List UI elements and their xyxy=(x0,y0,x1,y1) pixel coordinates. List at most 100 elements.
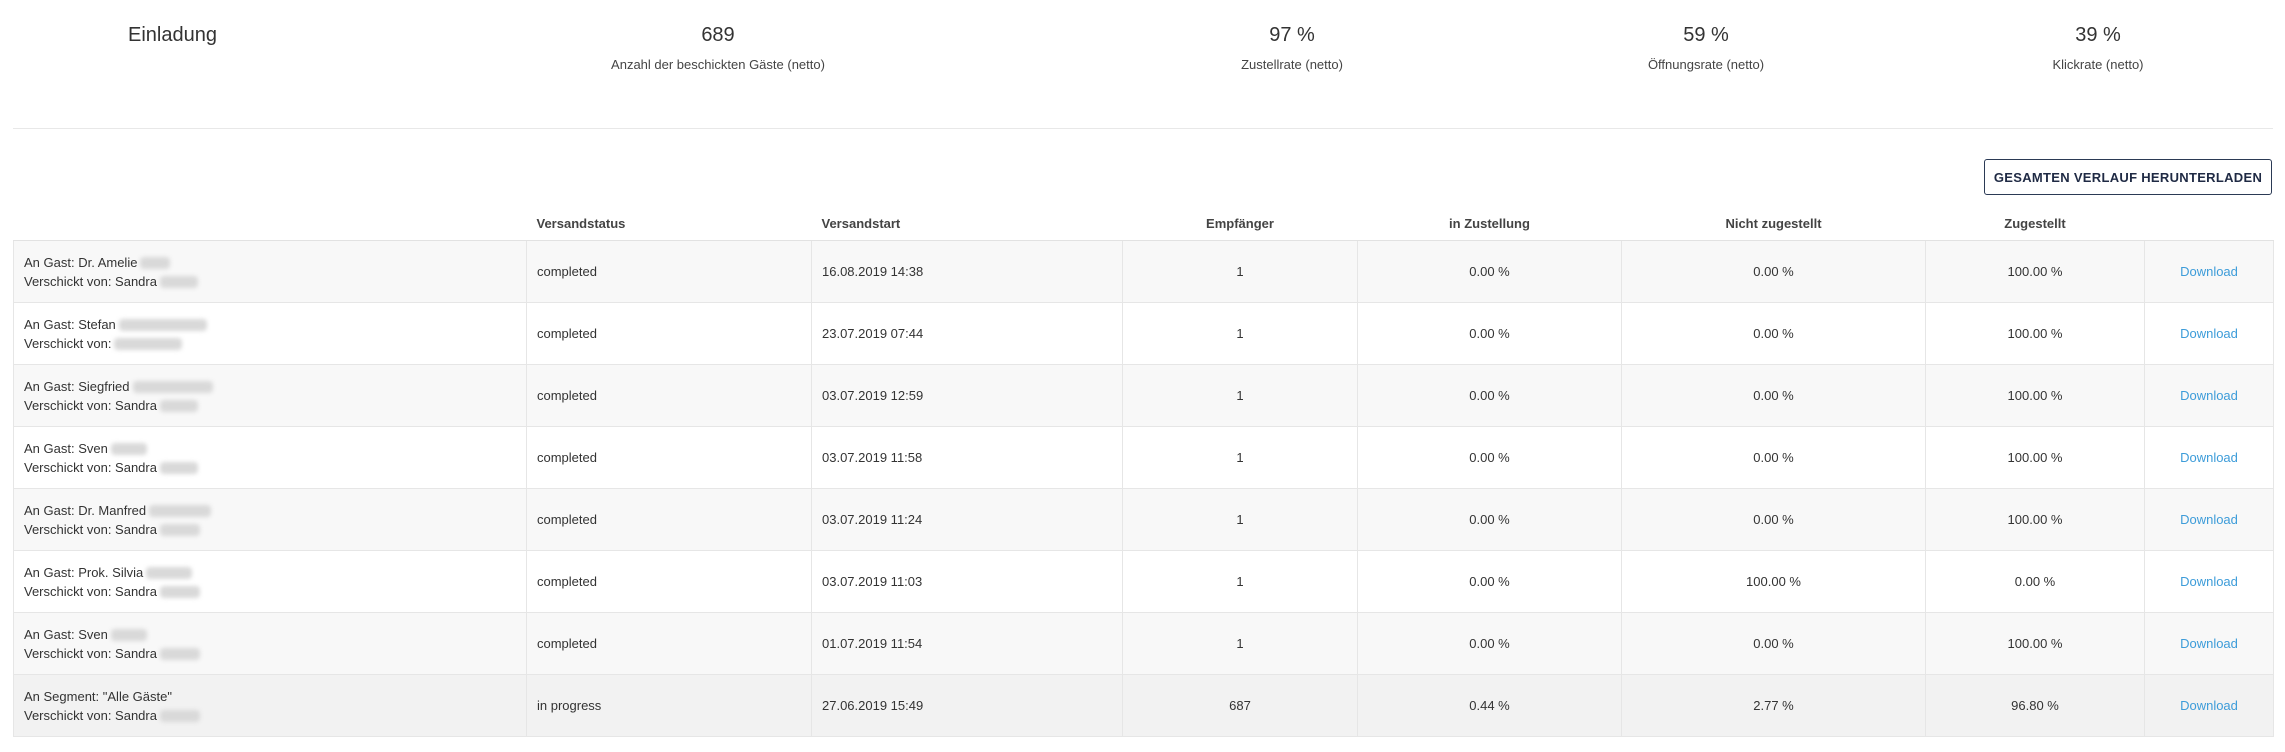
delivered-cell: 0.00 % xyxy=(1925,550,2145,613)
redacted-name xyxy=(159,276,198,289)
recipients-cell: 1 xyxy=(1122,302,1358,365)
start-cell: 01.07.2019 11:54 xyxy=(811,612,1123,675)
delivered-cell: 96.80 % xyxy=(1925,674,2145,737)
column-header-action xyxy=(2144,207,2274,241)
recipient-to: An Gast: Stefan xyxy=(24,316,116,332)
download-link[interactable]: Download xyxy=(2180,512,2238,527)
stat-label: Anzahl der beschickten Gäste (netto) xyxy=(611,57,825,72)
status-cell: completed xyxy=(526,612,812,675)
recipient-from: Verschickt von: Sandra xyxy=(24,583,157,599)
in-delivery-cell: 0.00 % xyxy=(1357,488,1622,551)
download-link[interactable]: Download xyxy=(2180,450,2238,465)
delivered-cell: 100.00 % xyxy=(1925,488,2145,551)
action-cell: Download xyxy=(2144,612,2274,675)
table-header-row: Versandstatus Versandstart Empfänger in … xyxy=(13,207,2274,241)
delivered-cell: 100.00 % xyxy=(1925,240,2145,303)
recipient-cell: An Gast: Sven Verschickt von: Sandra xyxy=(13,426,527,489)
in-delivery-cell: 0.00 % xyxy=(1357,612,1622,675)
redacted-name xyxy=(114,338,183,351)
delivered-cell: 100.00 % xyxy=(1925,302,2145,365)
action-cell: Download xyxy=(2144,426,2274,489)
recipients-cell: 1 xyxy=(1122,240,1358,303)
recipients-cell: 1 xyxy=(1122,426,1358,489)
stat-label: Zustellrate (netto) xyxy=(1241,57,1343,72)
recipient-from: Verschickt von: Sandra xyxy=(24,707,157,723)
status-cell: completed xyxy=(526,426,812,489)
action-cell: Download xyxy=(2144,240,2274,303)
not-delivered-cell: 2.77 % xyxy=(1621,674,1926,737)
redacted-name xyxy=(159,400,198,413)
in-delivery-cell: 0.00 % xyxy=(1357,240,1622,303)
stat-value: 97 % xyxy=(1269,24,1315,46)
status-cell: completed xyxy=(526,550,812,613)
action-cell: Download xyxy=(2144,364,2274,427)
download-link[interactable]: Download xyxy=(2180,264,2238,279)
stat-delivery-rate: 97 % Zustellrate (netto) xyxy=(1142,24,1442,73)
redacted-name xyxy=(159,648,200,661)
action-cell: Download xyxy=(2144,488,2274,551)
download-link[interactable]: Download xyxy=(2180,574,2238,589)
redacted-name xyxy=(159,586,200,599)
recipient-cell: An Gast: Sven Verschickt von: Sandra xyxy=(13,612,527,675)
table-row: An Gast: Prok. Silvia Verschickt von: Sa… xyxy=(13,550,2274,613)
not-delivered-cell: 0.00 % xyxy=(1621,488,1926,551)
not-delivered-cell: 100.00 % xyxy=(1621,550,1926,613)
recipient-from: Verschickt von: Sandra xyxy=(24,273,157,289)
table-row: An Segment: "Alle Gäste" Verschickt von:… xyxy=(13,674,2274,737)
start-cell: 23.07.2019 07:44 xyxy=(811,302,1123,365)
start-cell: 27.06.2019 15:49 xyxy=(811,674,1123,737)
recipient-to: An Segment: "Alle Gäste" xyxy=(24,688,172,704)
stat-value: 39 % xyxy=(2075,24,2121,46)
download-link[interactable]: Download xyxy=(2180,388,2238,403)
stat-label: Klickrate (netto) xyxy=(2052,57,2144,72)
recipient-from: Verschickt von: Sandra xyxy=(24,459,157,475)
column-header-start: Versandstart xyxy=(811,207,1123,241)
table-row: An Gast: Sven Verschickt von: Sandra com… xyxy=(13,612,2274,675)
recipients-cell: 1 xyxy=(1122,550,1358,613)
download-all-history-button[interactable]: GESAMTEN VERLAUF HERUNTERLADEN xyxy=(1984,159,2272,195)
redacted-name xyxy=(140,257,171,270)
recipients-cell: 1 xyxy=(1122,612,1358,675)
table-row: An Gast: Stefan Verschickt von: complete… xyxy=(13,302,2274,365)
table-row: An Gast: Dr. Manfred Verschickt von: San… xyxy=(13,488,2274,551)
recipient-from: Verschickt von: Sandra xyxy=(24,645,157,661)
column-header-recipients: Empfänger xyxy=(1122,207,1358,241)
in-delivery-cell: 0.00 % xyxy=(1357,426,1622,489)
start-cell: 03.07.2019 12:59 xyxy=(811,364,1123,427)
in-delivery-cell: 0.44 % xyxy=(1357,674,1622,737)
stat-guests: 689 Anzahl der beschickten Gäste (netto) xyxy=(568,24,868,73)
start-cell: 03.07.2019 11:58 xyxy=(811,426,1123,489)
redacted-name xyxy=(110,443,147,456)
start-cell: 16.08.2019 14:38 xyxy=(811,240,1123,303)
table-row: An Gast: Sven Verschickt von: Sandra com… xyxy=(13,426,2274,489)
download-link[interactable]: Download xyxy=(2180,698,2238,713)
in-delivery-cell: 0.00 % xyxy=(1357,364,1622,427)
status-cell: completed xyxy=(526,364,812,427)
table-row: An Gast: Dr. Amelie Verschickt von: Sand… xyxy=(13,240,2274,303)
not-delivered-cell: 0.00 % xyxy=(1621,612,1926,675)
delivered-cell: 100.00 % xyxy=(1925,364,2145,427)
column-header-in-delivery: in Zustellung xyxy=(1357,207,1622,241)
delivered-cell: 100.00 % xyxy=(1925,612,2145,675)
recipient-cell: An Gast: Siegfried Verschickt von: Sandr… xyxy=(13,364,527,427)
recipients-cell: 1 xyxy=(1122,488,1358,551)
redacted-name xyxy=(159,524,200,537)
stat-value: 59 % xyxy=(1683,24,1729,46)
recipient-from: Verschickt von: xyxy=(24,335,112,351)
download-link[interactable]: Download xyxy=(2180,326,2238,341)
status-cell: in progress xyxy=(526,674,812,737)
status-cell: completed xyxy=(526,240,812,303)
recipient-cell: An Segment: "Alle Gäste" Verschickt von:… xyxy=(13,674,527,737)
status-cell: completed xyxy=(526,302,812,365)
recipients-cell: 687 xyxy=(1122,674,1358,737)
start-cell: 03.07.2019 11:24 xyxy=(811,488,1123,551)
start-cell: 03.07.2019 11:03 xyxy=(811,550,1123,613)
recipient-to: An Gast: Sven xyxy=(24,440,108,456)
recipient-to: An Gast: Sven xyxy=(24,626,108,642)
redacted-name xyxy=(132,381,213,394)
redacted-name xyxy=(149,505,212,518)
redacted-name xyxy=(110,629,147,642)
not-delivered-cell: 0.00 % xyxy=(1621,426,1926,489)
download-link[interactable]: Download xyxy=(2180,636,2238,651)
not-delivered-cell: 0.00 % xyxy=(1621,364,1926,427)
